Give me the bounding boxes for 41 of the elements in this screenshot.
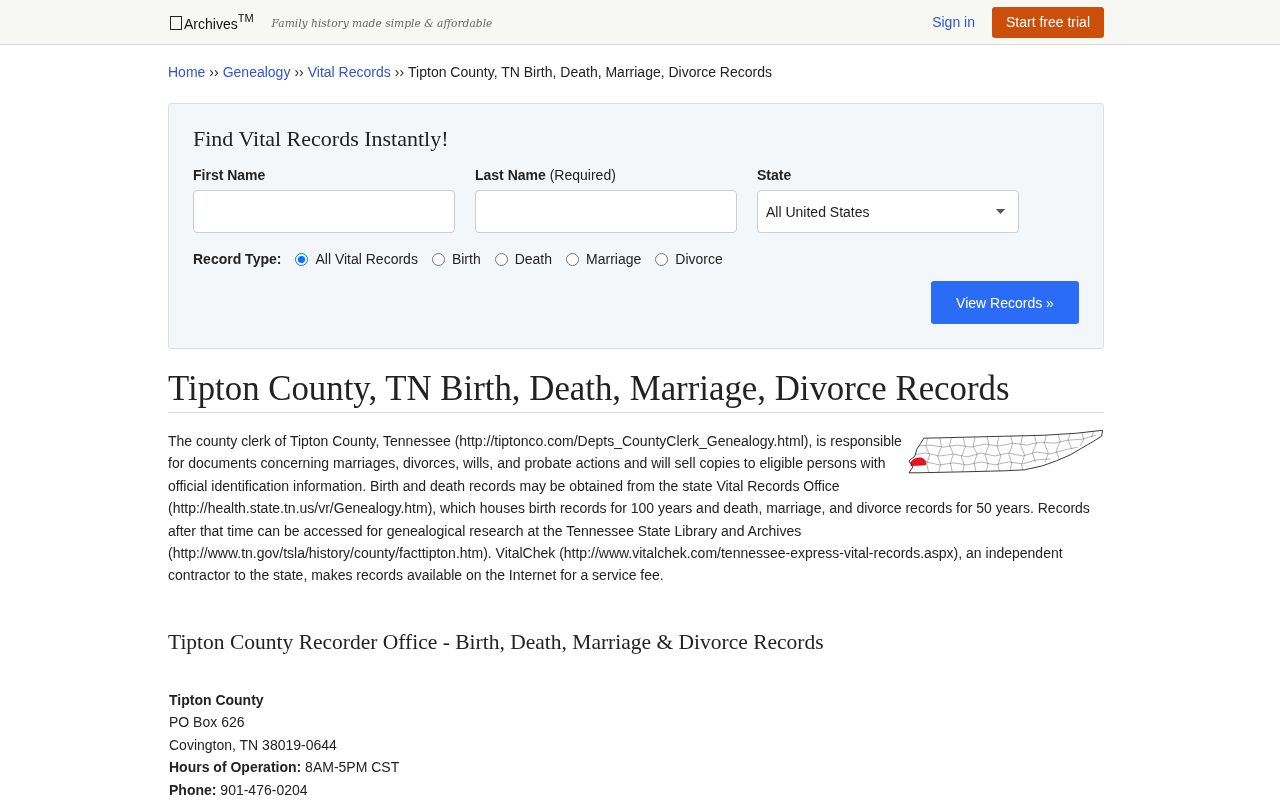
breadcrumb-link[interactable]: Genealogy [222, 62, 291, 82]
breadcrumb-separator: ›› [294, 63, 304, 82]
tagline: Family history made simple & affordable [271, 17, 493, 30]
radio-button[interactable] [494, 252, 508, 266]
square-icon [170, 16, 182, 30]
address-line: Covington, TN 38019-0644 [169, 735, 337, 755]
address-line: Hours of Operation: 8AM-5PM CST [169, 758, 400, 778]
radio-label[interactable]: Death [514, 249, 553, 269]
field-label: First Name [193, 166, 266, 185]
start-trial-button[interactable]: Start free trial [991, 6, 1104, 38]
breadcrumb-link[interactable]: Vital Records [307, 62, 391, 82]
radio-label[interactable]: Marriage [586, 249, 642, 269]
page-title: Tipton County, TN Birth, Death, Marriage, Divorce Records [168, 369, 1104, 413]
view-records-button[interactable]: View Records » [931, 281, 1079, 324]
radio-label[interactable]: All Vital Records [315, 249, 418, 269]
breadcrumb-link[interactable]: Home [168, 62, 206, 82]
address-line: Phone: 901-476-0204 [169, 780, 308, 800]
logo-text[interactable]: Archives$^{TM}$ [184, 12, 254, 32]
caret-icon [996, 209, 1005, 214]
field-label: Last Name (Required) [475, 166, 616, 185]
address-line: PO Box 626 [169, 713, 245, 733]
body-text: (http://health.state.tn.us/vr/Genealogy.htm), which houses birth records for 100 years and death, marriage, and divorce records for 50 years. Records after that time can be accessed for genealogical research at the Tennessee State Library and Archives (http://www.tn.gov/tsla/history/county/facttipton.htm). VitalChek (http://www.vitalchek.com/tennessee-express-vital-records.aspx), an independent contractor to the state, makes records available on the Internet for a service fee. [168, 499, 1091, 586]
panel-title: Find Vital Records Instantly! [193, 126, 450, 152]
body-text: The county clerk of Tipton County, Tennessee (http://tiptonco.com/Depts_CountyClerk_Genealogy.html), is responsible for documents concerning marriages, divorces, wills, and probate actions and will sell copies to eligible persons with official identification information. Birth and death records may be obtained from the state Vital Records Office [168, 432, 903, 496]
radio-button[interactable] [655, 252, 669, 266]
section-heading: Tipton County Recorder Office - Birth, Death, Marriage & Divorce Records [168, 628, 825, 656]
text-field[interactable] [193, 190, 455, 233]
breadcrumb-current: Tipton County, TN Birth, Death, Marriage, Divorce Records [408, 63, 772, 82]
sign-in-link[interactable]: Sign in [932, 14, 975, 30]
radio-button[interactable] [566, 252, 580, 266]
field-label: State [757, 166, 792, 185]
state-select[interactable]: All United States [757, 190, 1019, 233]
radio-label[interactable]: Divorce [675, 249, 723, 269]
radio-label[interactable]: Birth [451, 249, 481, 269]
radio-button[interactable] [431, 252, 445, 266]
breadcrumb-separator: ›› [209, 63, 219, 82]
office-name: Tipton County [169, 690, 264, 710]
record-type-label: Record Type: [193, 250, 282, 269]
text-field[interactable] [475, 190, 737, 233]
radio-button[interactable] [295, 252, 309, 266]
breadcrumb-separator: ›› [394, 63, 405, 82]
